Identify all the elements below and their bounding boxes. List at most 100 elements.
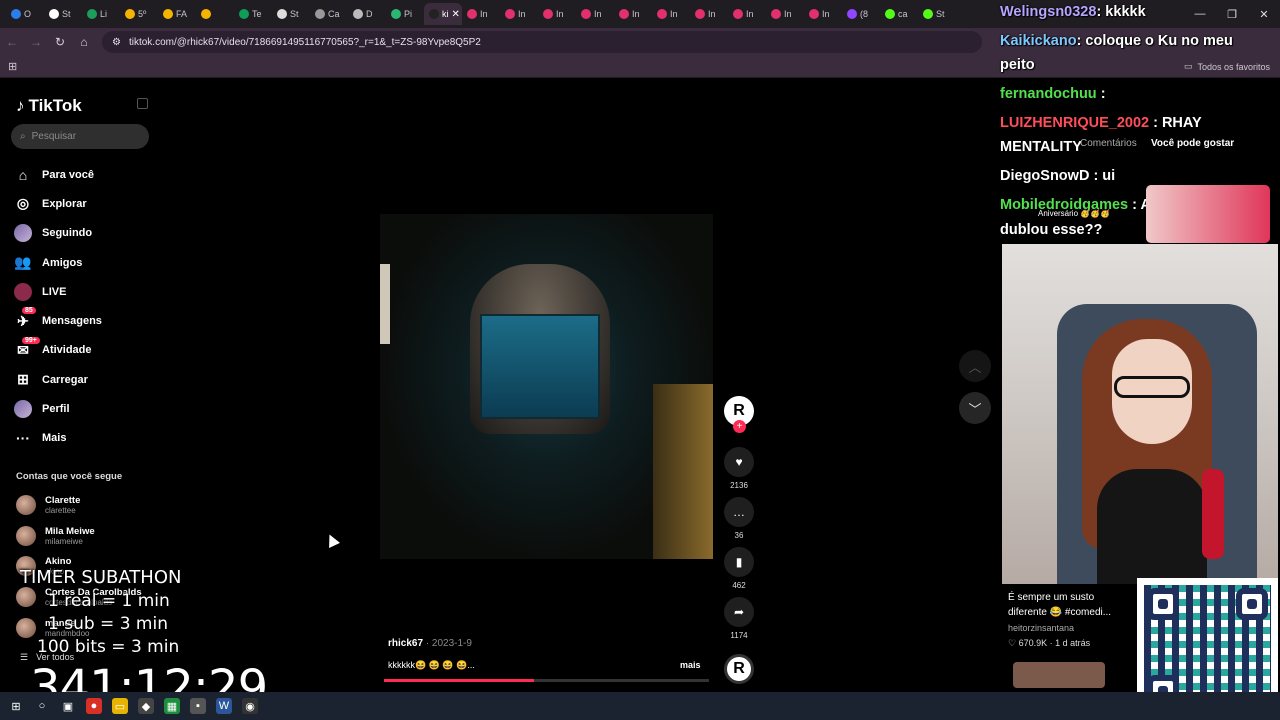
previous-video-button[interactable]: ︿: [959, 350, 991, 382]
windows-start-icon[interactable]: ⊞: [8, 698, 24, 714]
browser-tab[interactable]: Ca: [310, 3, 348, 25]
site-info-icon[interactable]: ⚙: [112, 37, 121, 48]
sidebar-item-live[interactable]: LIVE: [14, 277, 102, 306]
browser-tab[interactable]: In: [690, 3, 728, 25]
sidebar-item-perfil[interactable]: Perfil: [14, 394, 102, 423]
browser-tab[interactable]: Li: [82, 3, 120, 25]
save-action[interactable]: ▮ 462: [724, 547, 754, 591]
browser-tab[interactable]: O: [6, 3, 44, 25]
sidebar-item-mais[interactable]: ··· Mais: [14, 424, 102, 453]
browser-tab[interactable]: 5º: [120, 3, 158, 25]
notification-badge: 85: [22, 307, 36, 315]
avatar: [16, 525, 36, 546]
tab-label: In: [556, 9, 564, 19]
browser-tab[interactable]: ki ✕: [424, 3, 462, 25]
sidebar-item-label: Mensagens: [42, 315, 102, 328]
collapse-sidebar-icon[interactable]: [137, 98, 148, 109]
browser-tab[interactable]: In: [576, 3, 614, 25]
home-button-icon[interactable]: ⌂: [72, 35, 96, 49]
browser-tab[interactable]: FA: [158, 3, 196, 25]
browser-tab[interactable]: Pi: [386, 3, 424, 25]
bookmark-icon[interactable]: ▮: [724, 547, 754, 577]
taskbar: ⊞ ○ ▣ ● ▭ ◆ ▦ ▪ W ◉: [0, 692, 1280, 720]
reload-icon[interactable]: ↻: [48, 35, 72, 49]
tab-favicon-icon: [733, 9, 743, 19]
video-author[interactable]: rhick67: [388, 638, 423, 649]
back-icon[interactable]: ←: [0, 35, 24, 49]
forward-icon[interactable]: →: [24, 35, 48, 49]
browser-tab[interactable]: In: [614, 3, 652, 25]
tab-label: O: [24, 9, 32, 19]
browser-tab[interactable]: [196, 3, 234, 25]
browser-tab[interactable]: In: [652, 3, 690, 25]
sidebar-item-para-você[interactable]: ⌂ Para você: [14, 160, 102, 189]
suggested-video-thumb[interactable]: [1146, 185, 1270, 243]
browser-tab[interactable]: In: [462, 3, 500, 25]
browser-tab[interactable]: St: [272, 3, 310, 25]
tiktok-logo[interactable]: ♪ TikTok: [16, 96, 82, 116]
share-icon[interactable]: ➦: [724, 597, 754, 627]
sidebar-item-explorar[interactable]: ◎ Explorar: [14, 189, 102, 218]
search-taskbar-icon[interactable]: ○: [34, 698, 50, 714]
suggested-video-card[interactable]: É sempre um susto diferente 😂 #comedi...…: [1008, 590, 1133, 649]
browser-tab[interactable]: D: [348, 3, 386, 25]
like-action[interactable]: ♥ 2136: [724, 447, 754, 491]
follow-plus-icon[interactable]: +: [733, 420, 746, 433]
music-disc-icon[interactable]: R: [724, 654, 754, 684]
sidebar-item-seguindo[interactable]: Seguindo: [14, 219, 102, 248]
tab-label: (8: [860, 9, 869, 19]
tab-favicon-icon: [239, 9, 249, 19]
search-icon: ⌕: [20, 131, 26, 142]
browser-tab[interactable]: In: [766, 3, 804, 25]
chat-username: Kaikickano: [1000, 33, 1077, 49]
url-input[interactable]: ⚙ tiktok.com/@rhick67/video/718669149511…: [102, 31, 982, 53]
explorer-taskbar-icon[interactable]: ▭: [112, 698, 128, 714]
browser-tab[interactable]: In: [728, 3, 766, 25]
heart-icon[interactable]: ♥: [724, 447, 754, 477]
tab-favicon-icon: [87, 9, 97, 19]
browser-tab[interactable]: St: [918, 3, 956, 25]
app-taskbar-icon[interactable]: ◆: [138, 698, 154, 714]
share-action[interactable]: ➦ 1174: [724, 597, 754, 641]
browser-tab[interactable]: St: [44, 3, 82, 25]
tab-you-may-like[interactable]: Você pode gostar: [1151, 138, 1234, 149]
suggested-video-thumb-2[interactable]: [1013, 662, 1105, 688]
tab-favicon-icon: [429, 9, 439, 19]
terminal-taskbar-icon[interactable]: ▪: [190, 698, 206, 714]
more-icon: ···: [16, 430, 30, 447]
browser-tab[interactable]: ca: [880, 3, 918, 25]
browser-tab[interactable]: (8: [842, 3, 880, 25]
chrome-taskbar-icon[interactable]: ●: [86, 698, 102, 714]
next-video-button[interactable]: ﹀: [959, 392, 991, 424]
close-tab-icon[interactable]: ✕: [452, 9, 460, 20]
word-taskbar-icon[interactable]: W: [216, 698, 232, 714]
browser-tab[interactable]: Te: [234, 3, 272, 25]
search-input[interactable]: ⌕ Pesquisar: [11, 124, 149, 149]
comment-icon[interactable]: …: [724, 497, 754, 527]
tab-comments[interactable]: Comentários: [1080, 138, 1137, 149]
browser-tab[interactable]: In: [538, 3, 576, 25]
tab-favicon-icon: [11, 9, 21, 19]
webcam-glasses: [1114, 376, 1190, 398]
sidebar-item-mensagens[interactable]: ✈ 85 Mensagens: [14, 306, 102, 335]
browser-tab[interactable]: In: [804, 3, 842, 25]
apps-grid-icon[interactable]: ⊞: [8, 60, 17, 73]
following-account[interactable]: Mila Meiwe milameiwe: [16, 521, 142, 552]
chevron-down-icon: ﹀: [968, 401, 982, 417]
comment-action[interactable]: … 36: [724, 497, 754, 541]
sidebar-item-amigos[interactable]: 👥 Amigos: [14, 248, 102, 277]
caption-more-button[interactable]: mais: [680, 660, 701, 670]
following-account[interactable]: Clarette clarettee: [16, 490, 142, 521]
chat-text: peito: [1000, 57, 1035, 73]
webcam-feed: [1002, 244, 1278, 584]
tab-label: In: [822, 9, 830, 19]
browser-tab[interactable]: In: [500, 3, 538, 25]
video-player[interactable]: [380, 214, 713, 559]
account-name: Akino: [45, 556, 72, 568]
sidebar-item-carregar[interactable]: ⊞ Carregar: [14, 365, 102, 394]
task-view-icon[interactable]: ▣: [60, 698, 76, 714]
sidebar-item-atividade[interactable]: ✉ 99+ Atividade: [14, 336, 102, 365]
obs-taskbar-icon[interactable]: ◉: [242, 698, 258, 714]
sheets-taskbar-icon[interactable]: ▦: [164, 698, 180, 714]
video-progress-bar[interactable]: [384, 679, 709, 682]
